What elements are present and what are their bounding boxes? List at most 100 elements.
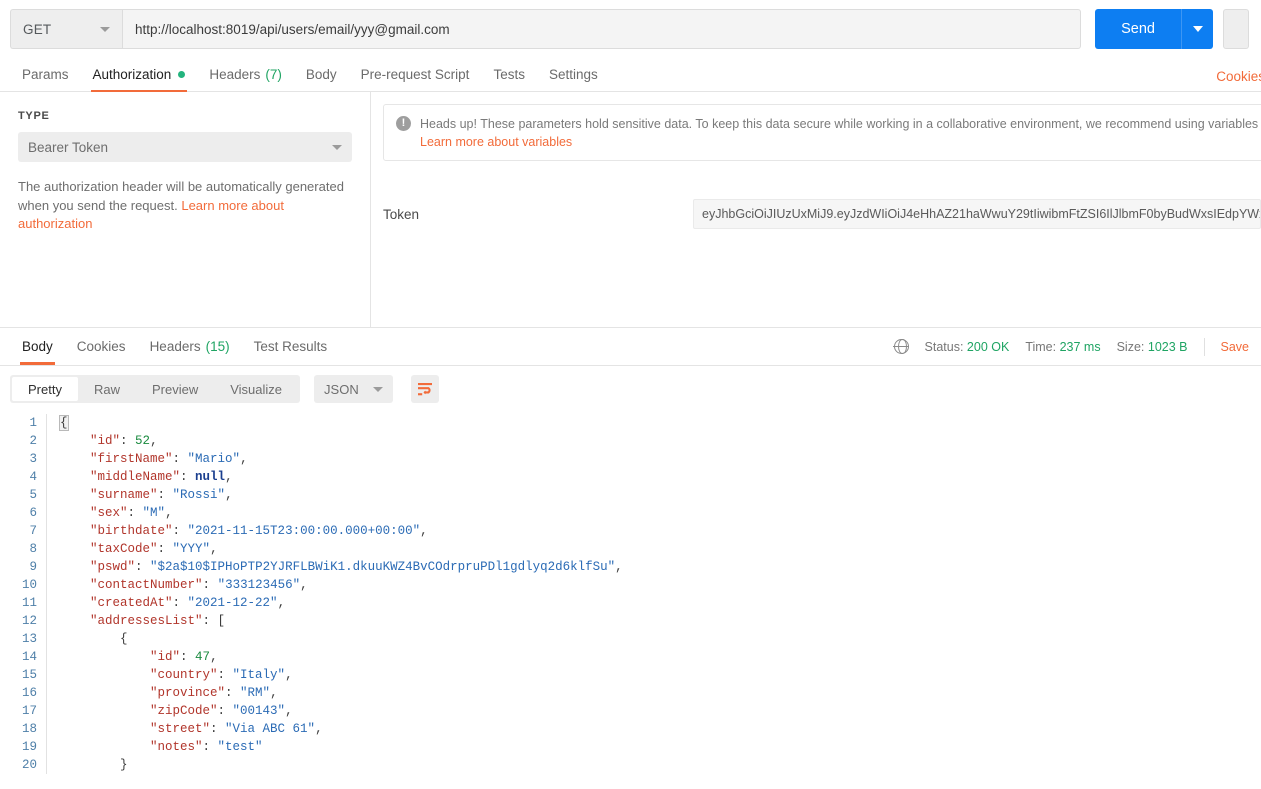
code-line: "createdAt": "2021-12-22", (60, 594, 1261, 612)
auth-token-column: ! Heads up! These parameters hold sensit… (371, 92, 1261, 327)
view-mode-segmented: Pretty Raw Preview Visualize (10, 375, 301, 403)
code-line: "street": "Via ABC 61", (60, 720, 1261, 738)
status-value: 200 OK (966, 339, 1010, 354)
json-code[interactable]: { "id": 52, "firstName": "Mario", "middl… (47, 414, 1261, 774)
response-body-viewer[interactable]: 1 2 3 4 5 6 7 8 9 10 11 12 13 14 15 16 17 18 19 20 { "id": … (0, 411, 1261, 774)
request-bar: GET http://localhost:8019/api/users/emai… (0, 0, 1261, 58)
code-line: { (60, 630, 1261, 648)
word-wrap-icon[interactable] (410, 375, 439, 403)
status-group: Status: 200 OK (925, 340, 1010, 354)
warning-body: Heads up! These parameters hold sensitiv… (420, 115, 1258, 151)
response-format-select[interactable]: JSON (314, 375, 393, 403)
line-number: 7 (29, 524, 37, 538)
divider (1203, 337, 1205, 356)
code-line: "province": "RM", (60, 684, 1261, 702)
view-preview[interactable]: Preview (136, 377, 214, 401)
chevron-down-icon (100, 26, 110, 32)
time-value: 237 ms (1059, 339, 1101, 354)
code-line: "country": "Italy", (60, 666, 1261, 684)
send-options-button[interactable] (1181, 9, 1213, 49)
code-token: "M" (142, 506, 166, 520)
view-raw[interactable]: Raw (78, 377, 136, 401)
line-number: 3 (29, 452, 37, 466)
line-number: 20 (21, 758, 37, 772)
auth-help-text: The authorization header will be automat… (18, 178, 352, 234)
code-token: : (202, 578, 218, 592)
code-token: "taxCode" (90, 542, 158, 556)
code-token: "$2a$10$IPHoPTP2YJRFLBWiK1.dkuuKWZ4BvCOd… (150, 560, 616, 574)
line-number: 16 (21, 686, 37, 700)
learn-more-variables-link[interactable]: Learn more about variables (420, 133, 1258, 151)
token-input[interactable]: eyJhbGciOiJIUzUxMiJ9.eyJzdWIiOiJ4eHhAZ21… (693, 199, 1261, 229)
cookies-link[interactable]: Cookies (1216, 69, 1261, 84)
tab-pre-request-script[interactable]: Pre-request Script (349, 57, 482, 91)
code-token: "YYY" (172, 542, 211, 556)
response-view-controls: Pretty Raw Preview Visualize JSON (0, 366, 1261, 411)
send-button[interactable]: Send (1095, 9, 1181, 49)
chevron-down-icon (372, 386, 383, 392)
response-tabs: Body Cookies Headers (15) Test Results S… (0, 328, 1261, 366)
tab-body[interactable]: Body (294, 57, 349, 91)
code-token: , (277, 596, 286, 610)
tab-label: Authorization (92, 66, 172, 82)
code-token: { (120, 632, 128, 646)
response-tab-body[interactable]: Body (10, 330, 65, 365)
code-token: , (285, 668, 293, 682)
http-method-select[interactable]: GET (10, 9, 122, 49)
code-token: : (180, 470, 196, 484)
word-wrap-glyph (417, 383, 432, 396)
line-number: 2 (29, 434, 37, 448)
response-tab-headers[interactable]: Headers (15) (138, 330, 242, 364)
tab-label: Cookies (76, 339, 126, 354)
code-token: "Via ABC 61" (225, 722, 316, 736)
code-token: null (195, 470, 226, 484)
http-method-value: GET (23, 21, 52, 37)
save-request-button[interactable] (1223, 9, 1249, 49)
code-token: "id" (90, 434, 121, 448)
code-token: "test" (217, 740, 263, 754)
authorization-panel: TYPE Bearer Token The authorization head… (0, 92, 1261, 328)
tab-label: Params (22, 66, 69, 82)
code-token: "contactNumber" (90, 578, 203, 592)
code-token: : (202, 740, 218, 754)
globe-icon[interactable] (893, 338, 909, 355)
code-token: "333123456" (217, 578, 301, 592)
view-visualize[interactable]: Visualize (214, 377, 298, 401)
send-group: Send (1095, 9, 1213, 49)
code-line: "id": 52, (60, 432, 1261, 450)
code-token: "Rossi" (172, 488, 226, 502)
line-number: 4 (29, 470, 37, 484)
code-line: "zipCode": "00143", (60, 702, 1261, 720)
code-token: : (217, 668, 233, 682)
code-token: : (157, 542, 173, 556)
code-token: 47 (195, 650, 211, 664)
token-label: Token (383, 206, 420, 222)
tab-settings[interactable]: Settings (537, 57, 610, 91)
save-response-link[interactable]: Save (1221, 340, 1250, 354)
view-pretty[interactable]: Pretty (12, 377, 78, 401)
line-number: 18 (21, 722, 37, 736)
response-tab-cookies[interactable]: Cookies (65, 330, 138, 364)
tab-headers[interactable]: Headers (7) (197, 57, 294, 91)
tab-authorization[interactable]: Authorization (81, 57, 198, 92)
code-token: : (217, 704, 233, 718)
response-tab-test-results[interactable]: Test Results (242, 330, 340, 364)
code-token: , (210, 542, 218, 556)
code-token: : (135, 560, 151, 574)
code-token: "middleName" (90, 470, 181, 484)
auth-type-select[interactable]: Bearer Token (18, 132, 352, 162)
tab-params[interactable]: Params (10, 57, 81, 91)
size-label: Size: (1116, 339, 1145, 354)
code-token: , (270, 686, 278, 700)
url-input[interactable]: http://localhost:8019/api/users/email/yy… (122, 9, 1082, 49)
tab-tests[interactable]: Tests (481, 57, 537, 91)
line-number: 5 (29, 488, 37, 502)
code-token: , (225, 470, 233, 484)
code-token: "pswd" (90, 560, 136, 574)
auth-type-column: TYPE Bearer Token The authorization head… (0, 92, 371, 327)
code-token: "sex" (90, 506, 128, 520)
code-token: "Mario" (187, 452, 241, 466)
tab-label: Body (305, 66, 337, 82)
line-number: 17 (21, 704, 37, 718)
code-token: , (165, 506, 173, 520)
